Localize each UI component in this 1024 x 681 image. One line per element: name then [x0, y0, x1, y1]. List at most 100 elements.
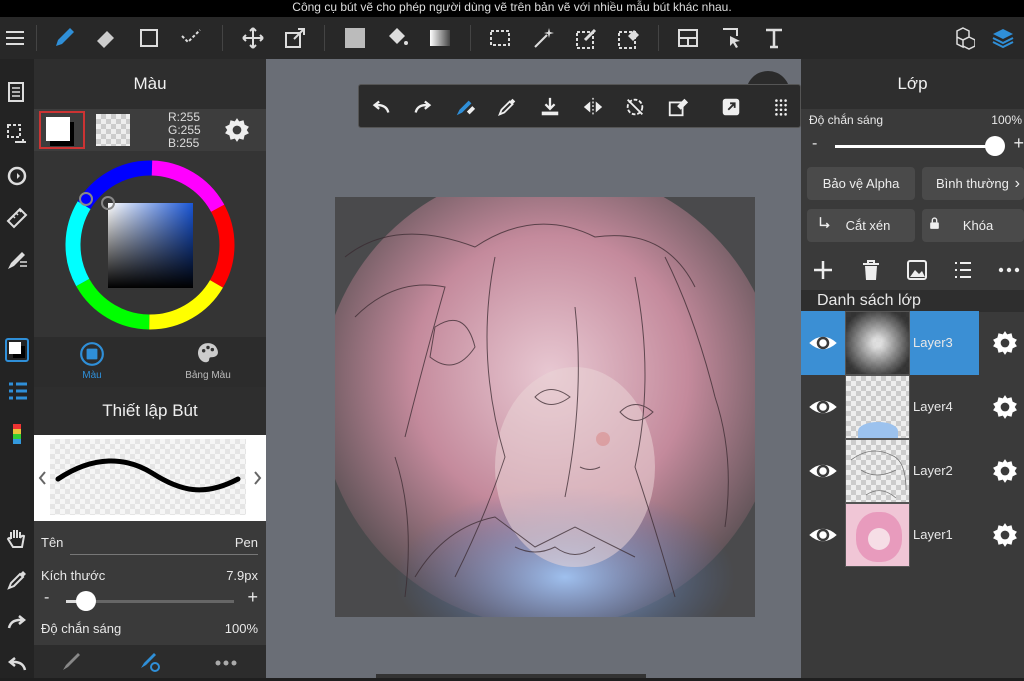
- artwork-canvas[interactable]: [335, 197, 755, 617]
- layer-row[interactable]: Layer2: [801, 439, 1024, 503]
- frame-divider-icon[interactable]: [673, 23, 703, 53]
- size-slider-handle[interactable]: [76, 591, 97, 611]
- rotate-canvas-icon[interactable]: [0, 159, 34, 193]
- layer-settings-gear-icon[interactable]: [990, 520, 1020, 550]
- alpha-protect-label: Bảo vệ Alpha: [822, 176, 900, 191]
- rotate-reset-icon[interactable]: [621, 93, 649, 121]
- operation-tool-icon[interactable]: [717, 23, 747, 53]
- text-tool-icon[interactable]: [759, 23, 789, 53]
- add-layer-icon[interactable]: [811, 258, 835, 287]
- delete-layer-icon[interactable]: [859, 258, 883, 287]
- redo-icon[interactable]: [409, 93, 437, 121]
- layer-settings-gear-icon[interactable]: [990, 456, 1020, 486]
- flip-horizontal-icon[interactable]: [579, 93, 607, 121]
- alpha-protect-button[interactable]: Bảo vệ Alpha: [807, 167, 915, 200]
- more-options-icon[interactable]: [214, 649, 238, 678]
- layer-more-icon[interactable]: [997, 258, 1021, 287]
- pen-name-row[interactable]: Tên Pen: [34, 521, 266, 561]
- shape-tool-icon[interactable]: [134, 23, 164, 53]
- size-increase-button[interactable]: +: [247, 587, 258, 608]
- layer-row[interactable]: Layer3: [801, 311, 1024, 375]
- selection-eraser-icon[interactable]: [614, 23, 644, 53]
- pen-name-value: Pen: [234, 535, 258, 550]
- save-download-icon[interactable]: [536, 93, 564, 121]
- fill-color-icon[interactable]: [340, 23, 370, 53]
- redo-icon[interactable]: [0, 605, 34, 639]
- main-color-swatch[interactable]: [39, 111, 85, 149]
- stroke-tool-icon[interactable]: [176, 23, 206, 53]
- pages-icon[interactable]: [0, 75, 34, 109]
- size-decrease-button[interactable]: -: [44, 589, 49, 607]
- visibility-eye-icon[interactable]: [801, 375, 845, 439]
- image-layer-icon[interactable]: [905, 258, 929, 287]
- eraser-tool-icon[interactable]: [91, 23, 121, 53]
- magic-wand-icon[interactable]: [529, 23, 559, 53]
- tab-color[interactable]: Màu: [34, 337, 150, 387]
- layers-icon[interactable]: [988, 23, 1018, 53]
- layer-thumbnail: [845, 439, 910, 503]
- layer-thumbnail: [845, 375, 910, 439]
- layer-row[interactable]: Layer1: [801, 503, 1024, 567]
- visibility-eye-icon[interactable]: [801, 503, 845, 567]
- selection-pen-icon[interactable]: [572, 23, 602, 53]
- brush-icon[interactable]: [60, 649, 84, 678]
- rgb-readout: R:255 G:255 B:255: [168, 111, 201, 150]
- move-tool-icon[interactable]: [238, 23, 268, 53]
- layer-opacity-increase-button[interactable]: +: [1013, 133, 1024, 154]
- materials-icon[interactable]: [948, 23, 978, 53]
- size-slider-track[interactable]: [66, 591, 234, 611]
- selection-layer-icon[interactable]: [0, 117, 34, 151]
- bucket-tool-icon[interactable]: [382, 23, 412, 53]
- brush-list-icon[interactable]: [0, 375, 34, 409]
- color-swatch-icon[interactable]: [0, 333, 34, 367]
- pen-size-label: Kích thước: [41, 568, 106, 583]
- hand-tool-icon[interactable]: [0, 521, 34, 555]
- eyedropper-icon[interactable]: [0, 563, 34, 597]
- brush-stroke-preview: [38, 458, 262, 493]
- external-link-icon[interactable]: [717, 93, 745, 121]
- layer-panel: Lớp Độ chắn sáng 100% - + Bảo vệ Alpha B…: [801, 59, 1024, 678]
- layer-thumbnail: [845, 311, 910, 375]
- layer-settings-gear-icon[interactable]: [990, 328, 1020, 358]
- layer-list-icon[interactable]: [951, 258, 975, 287]
- layer-row[interactable]: Layer4: [801, 375, 1024, 439]
- canvas-bottom-scroll-indicator[interactable]: [376, 674, 646, 678]
- layer-opacity-decrease-button[interactable]: -: [812, 135, 817, 153]
- undo-icon[interactable]: [0, 647, 34, 681]
- pen-tool-icon[interactable]: [49, 23, 79, 53]
- correction-pen-icon[interactable]: [0, 243, 34, 277]
- color-wheel[interactable]: [34, 151, 266, 337]
- lock-button[interactable]: Khóa: [922, 209, 1024, 242]
- tab-palette[interactable]: Bảng Màu: [150, 337, 266, 387]
- layer-opacity-slider-handle[interactable]: [985, 136, 1005, 156]
- toolbar-divider: [222, 25, 223, 51]
- undo-icon[interactable]: [367, 93, 395, 121]
- grid-dots-icon[interactable]: [767, 93, 795, 121]
- layer-opacity-value: 100%: [991, 113, 1022, 127]
- palette-icon: [198, 343, 218, 363]
- transform-tool-icon[interactable]: [280, 23, 310, 53]
- visibility-eye-icon[interactable]: [801, 439, 845, 503]
- tooltip-text: Công cụ bút vẽ cho phép người dùng vẽ tr…: [292, 0, 732, 14]
- clear-layer-icon[interactable]: [664, 93, 692, 121]
- menu-icon[interactable]: [0, 23, 30, 53]
- lock-icon: [928, 209, 941, 242]
- layer-settings-gear-icon[interactable]: [990, 392, 1020, 422]
- gradient-tool-icon[interactable]: [425, 23, 455, 53]
- visibility-eye-icon[interactable]: [801, 311, 845, 375]
- layer-name: Layer1: [913, 527, 953, 542]
- pen-name-underline: [70, 554, 258, 555]
- brush-settings-icon[interactable]: [138, 649, 162, 678]
- ruler-icon[interactable]: [0, 201, 34, 235]
- sub-color-swatch[interactable]: [96, 114, 130, 146]
- stabilizer-pen-icon[interactable]: [451, 93, 479, 121]
- layer-opacity-slider-track[interactable]: [835, 136, 1005, 156]
- clipping-button[interactable]: Cắt xén: [807, 209, 915, 242]
- color-settings-gear-icon[interactable]: [224, 117, 250, 143]
- color-swatch-row: R:255 G:255 B:255: [34, 109, 266, 151]
- brush-preview[interactable]: [34, 435, 266, 521]
- blend-mode-button[interactable]: Bình thường ›: [922, 167, 1024, 200]
- color-palette-strip-icon[interactable]: [0, 417, 34, 451]
- selection-tool-icon[interactable]: [485, 23, 515, 53]
- eyedropper-icon[interactable]: [493, 93, 521, 121]
